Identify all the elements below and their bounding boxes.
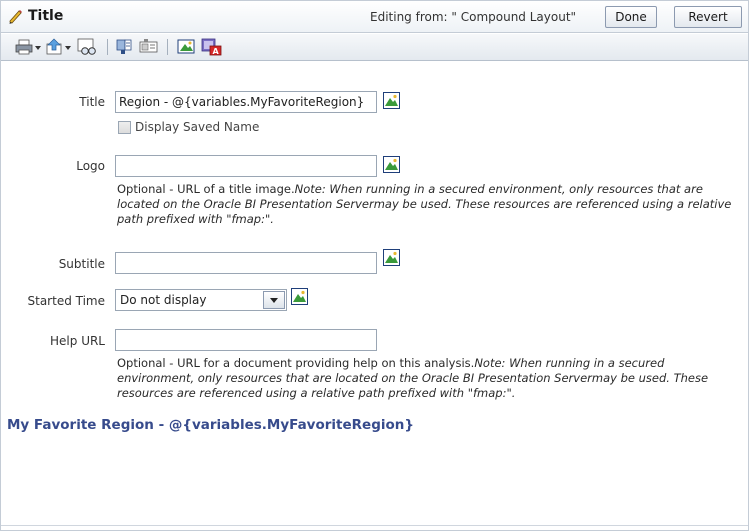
insert-variable-icon[interactable] [383,92,400,109]
logo-help-text: Optional - URL of a title image.Note: Wh… [117,182,732,226]
started-time-select[interactable]: Do not display [115,289,287,311]
started-time-label: Started Time [27,294,106,308]
title-field-label: Title [79,95,105,109]
svg-text:A: A [213,47,220,56]
display-saved-name-checkbox[interactable] [118,121,131,134]
preview-icon[interactable] [77,38,99,56]
subtitle-input[interactable] [115,252,377,274]
help-url-label: Help URL [50,334,105,348]
panel-title: Title [28,8,64,24]
insert-variable-icon[interactable] [383,249,400,266]
title-preview: My Favorite Region - @{variables.MyFavor… [7,417,414,433]
done-button[interactable]: Done [605,6,657,28]
toolbar-separator [167,39,168,55]
title-input[interactable] [115,91,377,113]
image-icon[interactable] [177,38,197,56]
pencil-icon [7,9,23,25]
export-icon[interactable] [45,38,73,56]
title-editor-panel: Title Editing from: " Compound Layout" D… [0,0,749,531]
panel-header: Title Editing from: " Compound Layout" D… [1,1,748,33]
properties-icon[interactable] [139,38,159,56]
bottom-divider [1,525,748,526]
logo-field-label: Logo [76,159,105,173]
subtitle-field-label: Subtitle [58,257,105,271]
display-saved-name-label: Display Saved Name [135,120,260,134]
clear-format-icon[interactable]: A [201,38,223,56]
revert-button[interactable]: Revert [674,6,742,28]
format-icon[interactable] [115,38,135,56]
help-url-input[interactable] [115,329,377,351]
started-time-value: Do not display [120,293,207,307]
toolbar: A [1,34,748,61]
logo-input[interactable] [115,155,377,177]
print-icon[interactable] [15,38,43,56]
help-url-help-text: Optional - URL for a document providing … [117,356,709,400]
editing-from-label: Editing from: " Compound Layout" [370,10,577,24]
toolbar-separator [107,39,108,55]
insert-image-icon[interactable] [383,156,400,173]
insert-variable-icon[interactable] [291,288,308,305]
chevron-down-icon[interactable] [263,291,285,309]
